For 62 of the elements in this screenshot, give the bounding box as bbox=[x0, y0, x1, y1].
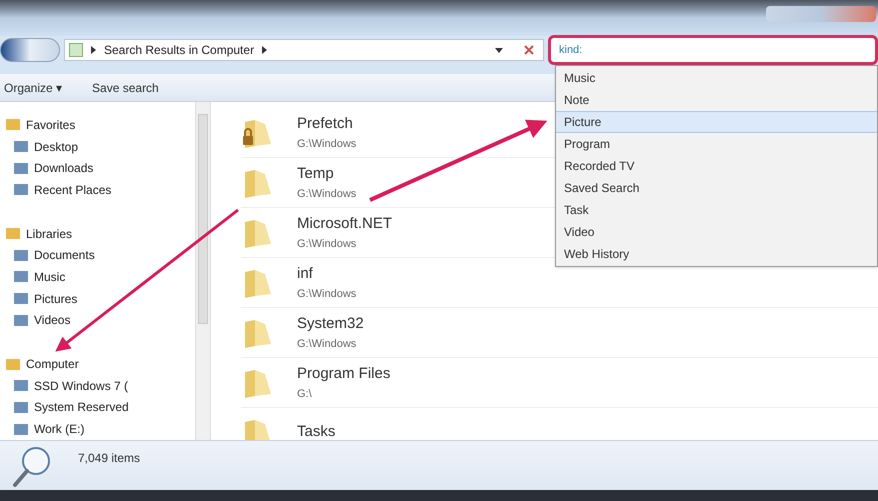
suggestion-item[interactable]: Picture bbox=[556, 111, 877, 133]
suggestion-item[interactable]: Recorded TV bbox=[556, 155, 877, 177]
file-path: G:\Windows bbox=[297, 236, 358, 252]
item-icon bbox=[14, 162, 28, 174]
toolbar-button[interactable]: Organize ▾ bbox=[4, 78, 62, 96]
file-path: G:\Windows bbox=[297, 186, 356, 202]
item-count: 7,049 items bbox=[78, 450, 140, 467]
file-path: G:\Windows bbox=[297, 136, 356, 152]
file-path: G:\Windows bbox=[297, 286, 356, 302]
sidebar-item[interactable]: Music bbox=[34, 268, 66, 286]
item-icon bbox=[14, 380, 28, 392]
file-name[interactable]: Prefetch bbox=[297, 113, 356, 136]
file-path: G:\ bbox=[297, 386, 313, 402]
suggestion-item[interactable]: Web History bbox=[556, 243, 877, 265]
file-name[interactable]: Temp bbox=[297, 163, 356, 186]
item-icon bbox=[14, 293, 28, 304]
file-name[interactable]: Microsoft.NET bbox=[297, 213, 392, 236]
address-bar[interactable]: Search Results in Computer bbox=[64, 39, 544, 61]
sidebar-scrollbar[interactable] bbox=[195, 102, 211, 440]
sidebar-item[interactable]: Desktop bbox=[34, 138, 78, 156]
search-field[interactable]: kind: bbox=[548, 35, 878, 65]
sidebar-item[interactable]: Recent Places bbox=[34, 180, 112, 199]
sidebar-item[interactable]: System Reserved bbox=[34, 398, 129, 416]
item-icon bbox=[14, 402, 28, 413]
suggestion-item[interactable]: Music bbox=[556, 67, 877, 89]
item-icon bbox=[14, 250, 28, 261]
close-icon[interactable] bbox=[523, 44, 535, 56]
breadcrumb-separator-icon bbox=[91, 46, 96, 54]
sidebar-group[interactable]: Favorites bbox=[26, 116, 76, 134]
sidebar-item[interactable]: Videos bbox=[34, 311, 70, 330]
sidebar-item[interactable]: Work (E:) bbox=[34, 420, 84, 438]
breadcrumb-separator-icon bbox=[262, 46, 268, 54]
search-icon bbox=[12, 445, 52, 487]
file-name[interactable]: Program Files bbox=[297, 363, 390, 386]
sidebar-item[interactable]: SSD Windows 7 ( bbox=[34, 376, 128, 395]
group-icon bbox=[6, 358, 20, 370]
file-name[interactable]: System32 bbox=[297, 313, 364, 336]
item-icon bbox=[14, 184, 28, 196]
suggestion-item[interactable]: Video bbox=[556, 221, 877, 243]
item-icon bbox=[14, 271, 28, 282]
file-name[interactable]: Tasks bbox=[297, 421, 336, 444]
item-icon bbox=[14, 424, 28, 435]
back-forward-buttons[interactable] bbox=[0, 38, 60, 62]
search-location-icon bbox=[69, 43, 83, 57]
sidebar-item[interactable]: Downloads bbox=[34, 159, 94, 178]
suggestion-item[interactable]: Task bbox=[556, 199, 877, 221]
sidebar-item[interactable]: Documents bbox=[34, 246, 95, 264]
toolbar-button[interactable]: Save search bbox=[92, 78, 159, 96]
suggestion-item[interactable]: Saved Search bbox=[556, 177, 877, 199]
group-icon bbox=[6, 119, 20, 130]
file-name[interactable]: inf bbox=[297, 263, 356, 286]
item-icon bbox=[14, 141, 28, 152]
file-path: G:\Windows bbox=[297, 336, 358, 352]
sidebar-group[interactable]: Libraries bbox=[26, 224, 72, 243]
suggestion-item[interactable]: Note bbox=[556, 89, 877, 111]
breadcrumb[interactable]: Search Results in Computer bbox=[104, 41, 254, 59]
suggestion-item[interactable]: Program bbox=[556, 133, 877, 155]
dropdown-caret-icon[interactable] bbox=[495, 48, 503, 52]
sidebar-group[interactable]: Computer bbox=[26, 355, 79, 374]
sidebar-item[interactable]: Pictures bbox=[34, 290, 78, 308]
item-icon bbox=[14, 314, 28, 326]
group-icon bbox=[6, 228, 20, 240]
